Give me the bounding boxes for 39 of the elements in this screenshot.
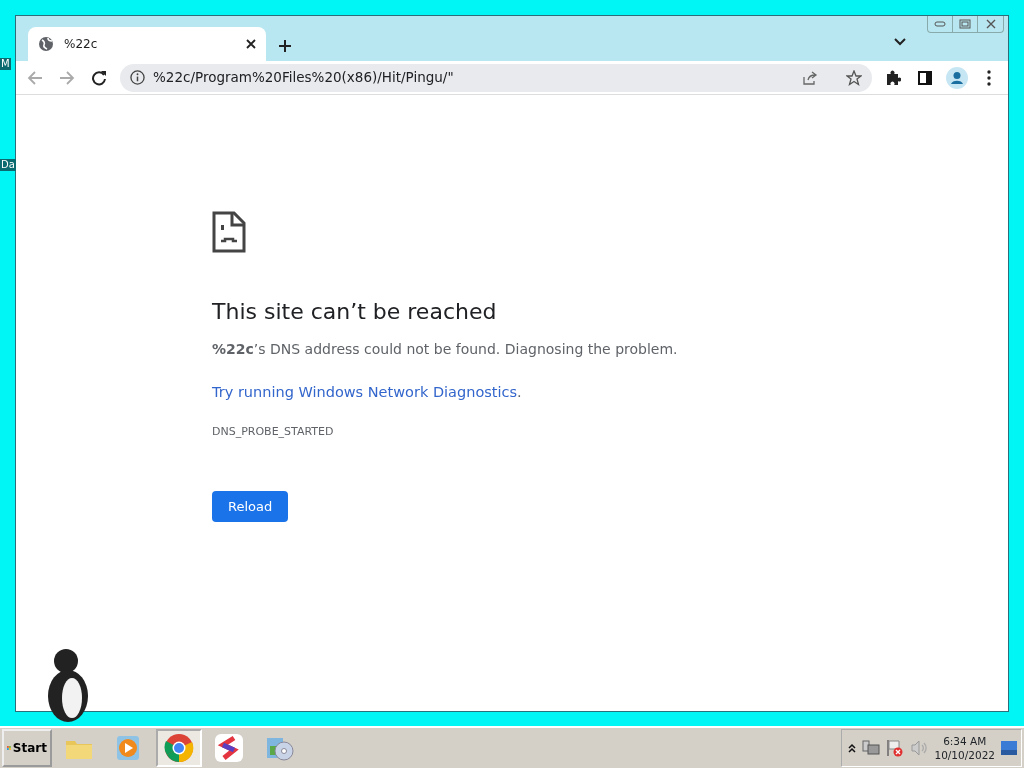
- maximize-icon: [959, 19, 971, 29]
- globe-icon: [38, 36, 54, 52]
- network-icon[interactable]: [862, 739, 881, 757]
- tab-title: %22c: [64, 36, 99, 53]
- puzzle-icon: [885, 69, 901, 86]
- menu-icon: [987, 69, 991, 86]
- close-icon[interactable]: [246, 39, 256, 49]
- flag-warning-icon[interactable]: [886, 739, 905, 757]
- profile-button[interactable]: [946, 66, 968, 89]
- address-text: %22c/Program%20Files%20(x86)/Hit/Pingu/": [153, 68, 455, 88]
- icon-label: M: [0, 58, 11, 70]
- reload-button[interactable]: Reload: [212, 490, 289, 523]
- sad-page-icon: [212, 211, 246, 253]
- info-icon: [130, 70, 145, 85]
- reload-icon: [91, 69, 107, 86]
- share-icon[interactable]: [802, 69, 818, 86]
- close-icon: [985, 19, 996, 29]
- clock-time: 6:34 AM: [942, 734, 988, 748]
- chevron-down-icon: [894, 38, 906, 46]
- start-button[interactable]: Start: [2, 729, 52, 767]
- plus-icon: [278, 39, 292, 53]
- minimize-icon: [934, 21, 946, 27]
- error-code: DNS_PROBE_STARTED: [212, 424, 335, 441]
- profile-icon: [946, 66, 968, 89]
- address-bar[interactable]: %22c/Program%20Files%20(x86)/Hit/Pingu/": [120, 63, 872, 92]
- clock-date: 10/10/2022: [934, 748, 995, 762]
- taskbar-app-button[interactable]: [156, 729, 202, 767]
- star-icon[interactable]: [846, 69, 862, 86]
- error-title: This site can’t be reached: [212, 299, 498, 326]
- icon-label: Da: [0, 159, 16, 171]
- browser-tab[interactable]: %22c: [28, 27, 266, 61]
- diagnostics-text: Try running Windows Network Diagnostics.: [212, 383, 523, 403]
- chrome-icon: [163, 732, 195, 764]
- back-arrow-icon: [27, 69, 43, 86]
- forward-arrow-icon: [59, 69, 75, 86]
- chevron-up-icon[interactable]: [848, 743, 857, 753]
- s-app-icon: [213, 732, 245, 764]
- error-message: %22c’s DNS address could not be found. Diagnosing the problem.: [212, 340, 679, 360]
- side-panel-icon: [918, 70, 932, 85]
